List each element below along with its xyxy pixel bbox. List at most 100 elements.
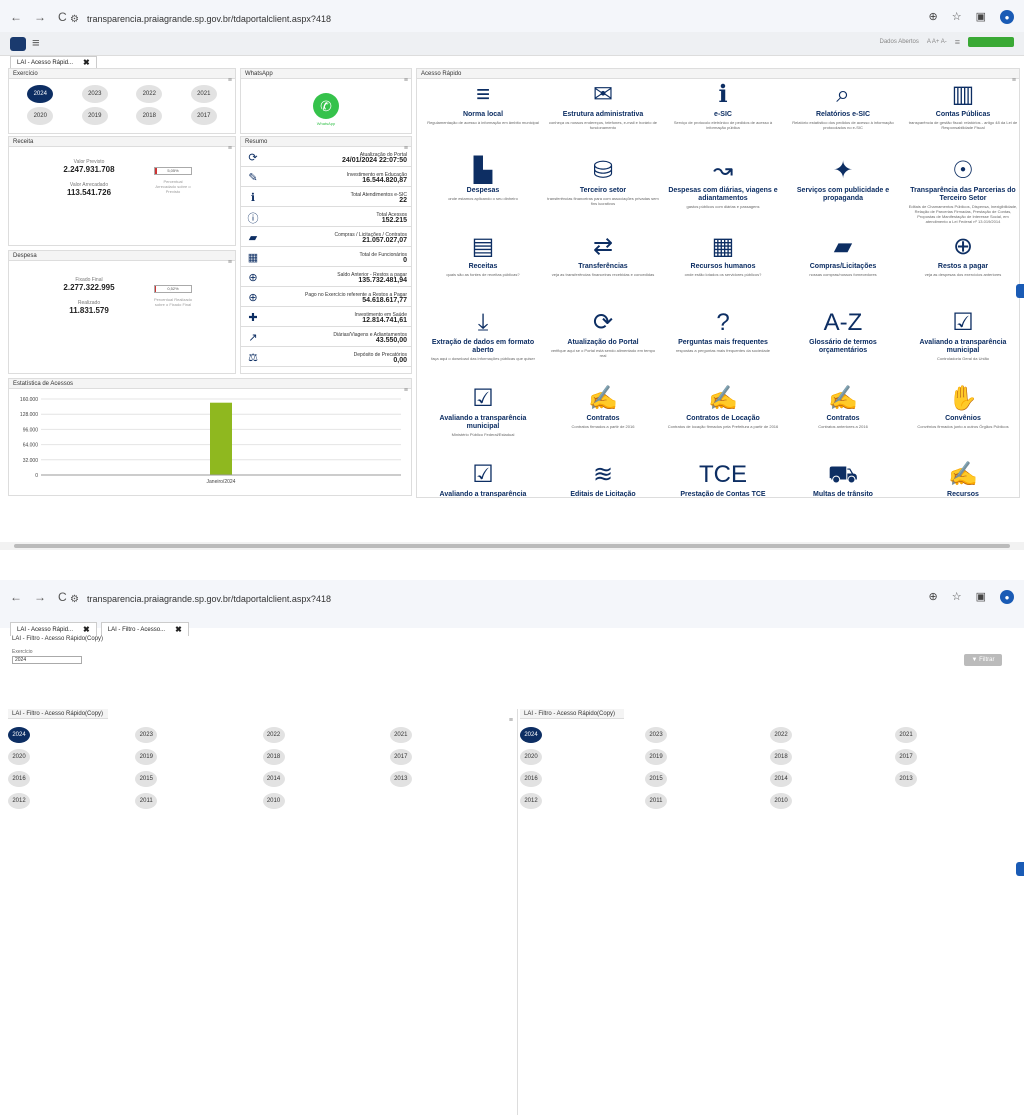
year-button[interactable]: 2021 xyxy=(190,85,217,103)
acesso-item[interactable]: ▥ Contas Públicas transparência de gestão … xyxy=(903,81,1019,151)
star-icon[interactable]: ☆ xyxy=(952,590,962,604)
year-button[interactable]: 2021 xyxy=(895,727,917,743)
open-data-link[interactable]: Dados Abertos xyxy=(880,39,919,45)
acesso-item[interactable]: TCEPrestação de Contas TCEPrestação de C… xyxy=(663,461,783,497)
year-button[interactable]: 2019 xyxy=(135,749,158,765)
acesso-item[interactable]: ⛁ Terceiro setor transferências financeira… xyxy=(543,157,663,227)
side-floating-button[interactable] xyxy=(1016,862,1024,876)
filter-button[interactable]: ▼ Filtrar xyxy=(964,654,1002,666)
year-button[interactable]: 2022 xyxy=(770,727,792,743)
acesso-item[interactable]: ⟳ Atualização do Portal verifique aqui se … xyxy=(543,309,663,379)
year-button[interactable]: 2019 xyxy=(81,107,108,125)
year-button[interactable]: 2019 xyxy=(645,749,667,765)
profile-icon[interactable]: ● xyxy=(1000,10,1014,24)
year-button[interactable]: 2020 xyxy=(27,107,54,125)
forward-icon[interactable]: → xyxy=(34,10,46,24)
acesso-item[interactable]: ▦ Recursos humanos onde estão lotados os s… xyxy=(663,233,783,303)
year-button[interactable]: 2024 xyxy=(520,727,542,743)
side-floating-button[interactable] xyxy=(1016,284,1024,298)
back-icon[interactable]: ← xyxy=(10,10,22,24)
year-button[interactable]: 2012 xyxy=(8,793,30,809)
acesso-item[interactable]: ✉ Estrutura administrativa conheça os noss… xyxy=(543,81,663,151)
acesso-item[interactable]: A-Z Glossário de termos orçamentários xyxy=(783,309,903,379)
acesso-item[interactable]: ☑ Avaliando a transparência municipal Cont… xyxy=(903,309,1019,379)
year-button[interactable]: 2017 xyxy=(190,107,217,125)
panel-menu-icon[interactable]: ≡ xyxy=(228,145,232,152)
year-button[interactable]: 2014 xyxy=(770,771,792,787)
year-button[interactable]: 2020 xyxy=(520,749,542,765)
acesso-item[interactable]: ▤ Receitas quais são as fontes de receitas… xyxy=(423,233,543,303)
year-button[interactable]: 2024 xyxy=(27,85,54,103)
acesso-item[interactable]: ✍ Contratos Contratos firmados a partir de… xyxy=(543,385,663,455)
acesso-item[interactable]: ⇄ Transferências veja as transferências fi… xyxy=(543,233,663,303)
acesso-item[interactable]: ≡ Norma local Regulamentação de acesso à i… xyxy=(423,81,543,151)
year-button[interactable]: 2010 xyxy=(770,793,792,809)
year-button[interactable]: 2018 xyxy=(770,749,792,765)
acesso-item[interactable]: ≋Editais de LicitaçãoÍntegra dos Editais… xyxy=(543,461,663,497)
close-icon[interactable]: ✖ xyxy=(83,58,90,67)
tab-lai-acesso[interactable]: LAI - Acesso Rápid... ✖ xyxy=(10,622,97,636)
tab-lai-filtro[interactable]: LAI - Filtro - Acesso... ✖ xyxy=(100,622,189,636)
year-button[interactable]: 2022 xyxy=(262,727,285,743)
year-button[interactable]: 2020 xyxy=(8,749,30,765)
sidepanel-icon[interactable]: ▣ xyxy=(976,590,986,604)
acesso-item[interactable]: ▰ Compras/Licitações nossas compras/nossos… xyxy=(783,233,903,303)
profile-icon[interactable]: ● xyxy=(1000,590,1014,604)
site-settings-icon[interactable]: ⚙ xyxy=(70,14,79,25)
year-button[interactable]: 2017 xyxy=(895,749,917,765)
close-icon[interactable]: ✖ xyxy=(175,625,182,634)
year-button[interactable]: 2015 xyxy=(645,771,667,787)
horizontal-scrollbar[interactable] xyxy=(0,542,1024,550)
acesso-item[interactable]: ✍RecursosRecursos E-SIC xyxy=(903,461,1019,497)
year-button[interactable]: 2018 xyxy=(262,749,285,765)
zoom-icon[interactable]: ⊕ xyxy=(929,590,938,604)
reload-icon[interactable]: C xyxy=(58,10,67,24)
acesso-item[interactable]: ✦ Serviços com publicidade e propaganda xyxy=(783,157,903,227)
acesso-item[interactable]: ⌕ Relatórios e-SIC Relatório estatístico d… xyxy=(783,81,903,151)
acesso-item[interactable]: ☉ Transparência das Parcerias do Terceiro… xyxy=(903,157,1019,227)
acesso-item[interactable]: ✍ Contratos Contratos anteriores a 2016 xyxy=(783,385,903,455)
year-button[interactable]: 2017 xyxy=(389,749,412,765)
acesso-item[interactable]: ☑ Avaliando a transparência municipal Mini… xyxy=(423,385,543,455)
year-button[interactable]: 2015 xyxy=(135,771,158,787)
back-icon[interactable]: ← xyxy=(10,590,22,604)
panel-menu-icon[interactable]: ≡ xyxy=(404,77,408,84)
forward-icon[interactable]: → xyxy=(34,590,46,604)
year-button[interactable]: 2014 xyxy=(262,771,285,787)
year-button[interactable]: 2022 xyxy=(136,85,163,103)
year-button[interactable]: 2010 xyxy=(262,793,285,809)
year-button[interactable]: 2013 xyxy=(895,771,917,787)
year-button[interactable]: 2012 xyxy=(520,793,542,809)
acesso-item[interactable]: ▙ Despesas onde estamos aplicando o seu di… xyxy=(423,157,543,227)
acesso-item[interactable]: ✋ Convênios Convênios firmados junto a out… xyxy=(903,385,1019,455)
acesso-item[interactable]: ↝ Despesas com diárias, viagens e adianta… xyxy=(663,157,783,227)
address-bar[interactable]: ⚙ transparencia.praiagrande.sp.gov.br/td… xyxy=(70,9,550,29)
panel-menu-icon[interactable]: ≡ xyxy=(509,717,513,724)
star-icon[interactable]: ☆ xyxy=(952,10,962,24)
year-button[interactable]: 2011 xyxy=(645,793,667,809)
year-button[interactable]: 2023 xyxy=(645,727,667,743)
year-button[interactable]: 2013 xyxy=(389,771,412,787)
chart-bar[interactable] xyxy=(210,402,232,475)
acesso-item[interactable]: ? Perguntas mais frequentes respostas a pe… xyxy=(663,309,783,379)
year-button[interactable]: 2016 xyxy=(520,771,542,787)
year-button[interactable]: 2023 xyxy=(81,85,108,103)
sidepanel-icon[interactable]: ▣ xyxy=(976,10,986,24)
address-bar[interactable]: ⚙ transparencia.praiagrande.sp.gov.br/td… xyxy=(70,589,550,609)
acesso-item[interactable]: ⊕ Restos a pagar veja as despesas dos exer… xyxy=(903,233,1019,303)
accessibility-controls[interactable]: A A+ A- xyxy=(927,39,947,45)
acesso-item[interactable]: ✍ Contratos de Locação Contratos de locaçã… xyxy=(663,385,783,455)
hamburger-menu-icon[interactable]: ≡ xyxy=(32,35,40,50)
acesso-item[interactable]: ⤓ Extração de dados em formato aberto faça… xyxy=(423,309,543,379)
year-button[interactable]: 2023 xyxy=(135,727,158,743)
year-button[interactable]: 2021 xyxy=(389,727,412,743)
menu-icon[interactable]: ≡ xyxy=(955,37,960,47)
zoom-icon[interactable]: ⊕ xyxy=(929,10,938,24)
exercicio-field[interactable]: 2024 xyxy=(12,656,82,664)
acesso-item[interactable]: ☑Avaliando a transparência municipalEBT … xyxy=(423,461,543,497)
whatsapp-icon[interactable]: ✆ xyxy=(313,93,339,119)
site-settings-icon[interactable]: ⚙ xyxy=(70,594,79,605)
acesso-item[interactable]: ℹ e-SIC Serviço de protocolo eletrônico de… xyxy=(663,81,783,151)
panel-menu-icon[interactable]: ≡ xyxy=(228,77,232,84)
year-button[interactable]: 2016 xyxy=(8,771,30,787)
